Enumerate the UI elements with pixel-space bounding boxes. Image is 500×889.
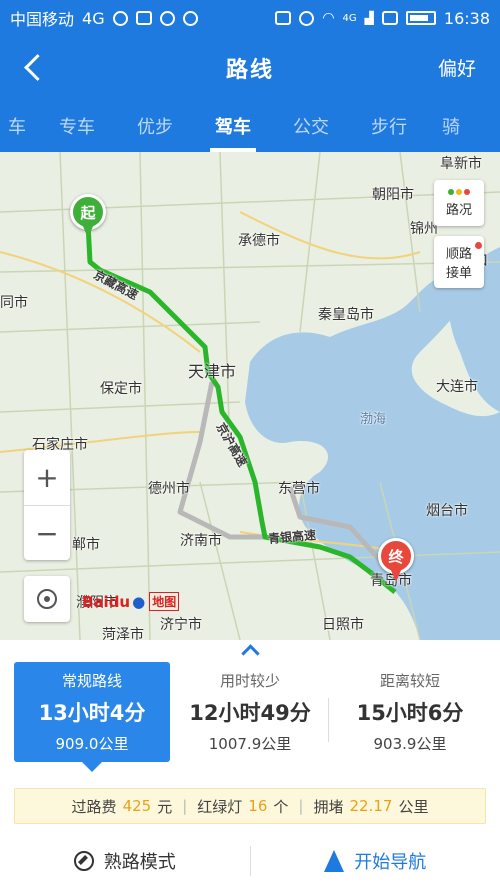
carpool-button[interactable]: 顺路 接单 — [434, 236, 484, 288]
zoom-in-button[interactable]: + — [24, 450, 70, 505]
traffic-button[interactable]: 路况 — [434, 180, 484, 226]
route-option-faster[interactable]: 用时较少 12小时49分 1007.9公里 — [172, 662, 328, 762]
notification-dot — [475, 242, 482, 249]
place-label: 烟台市 — [426, 503, 468, 519]
compass-icon — [73, 851, 94, 871]
tab-walk[interactable]: 步行 — [350, 100, 428, 152]
tab-uber[interactable]: 优步 — [116, 100, 194, 152]
signal-icon: ▟ — [364, 11, 374, 25]
location-icon — [182, 10, 198, 26]
sea-label: 渤海 — [360, 412, 387, 427]
app-icon — [159, 10, 175, 26]
tab-ride-partial[interactable]: 骑 — [428, 100, 466, 152]
place-label: 日照市 — [322, 617, 364, 633]
place-label: 郸市 — [72, 537, 100, 553]
jam-value: 22.17 — [349, 797, 393, 815]
place-label: 保定市 — [100, 381, 142, 397]
place-label: 天津市 — [188, 362, 237, 381]
tab-drive[interactable]: 驾车 — [194, 100, 272, 152]
sim-icon — [381, 11, 398, 25]
transport-tabs: 车 专车 优步 驾车 公交 步行 骑 — [0, 100, 500, 152]
locate-button[interactable] — [24, 576, 70, 622]
route-options: 常规路线 13小时4分 909.0公里 用时较少 12小时49分 1007.9公… — [0, 658, 500, 772]
traffic-light-icon — [448, 188, 470, 195]
carrier-name: 中国移动 — [10, 10, 75, 29]
place-label: 德州市 — [148, 481, 190, 497]
end-marker[interactable]: 终 — [378, 538, 414, 584]
rotate-icon — [275, 11, 292, 25]
locate-icon — [37, 589, 57, 609]
chat-icon — [112, 10, 128, 26]
alarm-icon — [299, 10, 315, 26]
status-bar: 中国移动 4G ◠ 4G ▟ 16:38 — [0, 0, 500, 36]
network-type: 4G — [82, 8, 105, 28]
place-label: 阜新市 — [440, 156, 482, 172]
paw-icon: ● — [132, 592, 146, 611]
toll-value: 425 — [122, 797, 152, 815]
place-label: 秦皇岛市 — [318, 307, 374, 323]
clock: 16:38 — [443, 8, 490, 28]
place-label: 菏泽市 — [102, 627, 144, 640]
zoom-out-button[interactable]: − — [24, 505, 70, 560]
familiar-route-button[interactable]: 熟路模式 — [0, 838, 250, 884]
tab-car-partial[interactable]: 车 — [0, 100, 38, 152]
baidu-logo: Baidu ● 地图 — [82, 592, 180, 611]
place-label: 济宁市 — [160, 617, 202, 633]
wifi-icon: ◠ — [322, 10, 335, 26]
start-marker[interactable]: 起 — [70, 194, 106, 240]
signal-label: 4G — [342, 12, 357, 24]
place-label: 东营市 — [278, 481, 320, 497]
route-info-bar: 过路费 425 元 | 红绿灯 16 个 | 拥堵 22.17 公里 — [14, 788, 486, 824]
place-label: 济南市 — [180, 533, 222, 549]
battery-icon — [405, 11, 436, 25]
expand-panel-button[interactable] — [240, 643, 260, 653]
route-option-shorter[interactable]: 距离较短 15小时6分 903.9公里 — [332, 662, 488, 762]
place-label: 承德市 — [238, 233, 280, 249]
place-label: 朝阳市 — [372, 187, 414, 203]
navigation-arrow-icon — [324, 850, 345, 872]
place-label: 同市 — [0, 295, 28, 311]
start-navigation-button[interactable]: 开始导航 — [251, 838, 500, 884]
app-header: 路线 偏好 — [0, 36, 500, 100]
route-panel: 常规路线 13小时4分 909.0公里 用时较少 12小时49分 1007.9公… — [0, 640, 500, 889]
preferences-button[interactable]: 偏好 — [438, 54, 476, 81]
action-bar: 熟路模式 开始导航 — [0, 838, 500, 884]
zoom-controls: + − — [24, 450, 70, 560]
back-button[interactable] — [20, 50, 50, 86]
option-divider — [328, 698, 329, 742]
image-icon — [135, 11, 152, 25]
route-option-regular[interactable]: 常规路线 13小时4分 909.0公里 — [14, 662, 170, 772]
place-label: 大连市 — [436, 379, 478, 395]
tab-transit[interactable]: 公交 — [272, 100, 350, 152]
page-title: 路线 — [225, 58, 274, 83]
traffic-lights-value: 16 — [248, 797, 268, 815]
route-map[interactable]: 阜新市 朝阳市 锦州 承德市 营口 同市 秦皇岛市 天津市 大连市 保定市 渤海… — [0, 152, 500, 640]
tab-private-car[interactable]: 专车 — [38, 100, 116, 152]
